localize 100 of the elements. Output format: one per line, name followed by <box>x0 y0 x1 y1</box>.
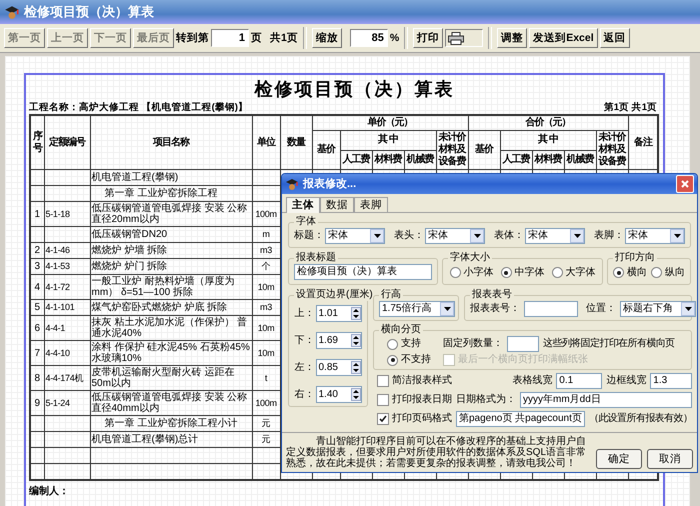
table-cell: m3 <box>260 302 272 312</box>
field-label: 左： <box>294 362 314 374</box>
tab[interactable]: 表脚 <box>354 197 388 212</box>
radio-button[interactable] <box>651 267 662 278</box>
printer-icon[interactable] <box>448 32 464 44</box>
zoom-field[interactable]: 85 <box>350 29 388 47</box>
close-icon[interactable] <box>681 180 689 188</box>
page-unit-label: 页 <box>251 31 262 45</box>
field-label: 表头： <box>394 230 424 242</box>
toolbar-button[interactable]: 发送到Excel <box>529 28 598 48</box>
column-header: 材料费 <box>532 150 564 170</box>
spin-arrows-icon[interactable] <box>350 307 360 320</box>
field-label: 边框线宽 <box>606 375 646 387</box>
radio-button[interactable] <box>387 338 398 350</box>
column-header: 人工费 <box>340 150 372 170</box>
goto-label: 转到第 <box>176 31 209 45</box>
dialog-button[interactable]: 取消 <box>647 449 693 469</box>
close-button[interactable] <box>676 175 694 193</box>
margin-field[interactable]: 1.01 <box>316 305 362 322</box>
hint-text: 这些列将固定打印在所有横向页 <box>543 338 675 350</box>
notice-text: 青山智能打印程序目前可以在不修改程序的基础上支持用户自定义数据报表，但要求用户对所使用软件的数据体系及SQL语言非常熟悉，故在此未提供；若需要更复杂的报表调整，请致电我公司！ <box>286 436 588 469</box>
margin-field[interactable]: 1.40 <box>316 386 362 403</box>
spin-arrows-icon[interactable] <box>350 334 360 347</box>
table-cell: m3 <box>260 245 272 255</box>
tab[interactable]: 主体 <box>286 197 320 213</box>
font-select[interactable]: 宋体 <box>625 228 685 244</box>
table-cell: 4-4-1 <box>46 322 66 332</box>
report-number-field[interactable] <box>524 301 578 317</box>
project-name: 工程名称：高炉大修工程 【机电管道工程(攀钢)】 <box>29 101 248 114</box>
field-label: 位置： <box>586 303 616 315</box>
table-cell: 4-1-46 <box>46 245 70 255</box>
group-title: 打印方向 <box>614 252 656 264</box>
table-cell: m <box>262 229 270 239</box>
checkbox[interactable] <box>377 375 389 387</box>
report-title-field[interactable]: 检修项目预（决）算表 <box>294 264 432 280</box>
table-cell: 5-1-18 <box>46 208 70 218</box>
table-cell: 低压碳钢管道管电弧焊接 安装 公称直径20mm以内 <box>92 203 248 225</box>
radio-label: 中字体 <box>514 266 544 278</box>
zoom-button[interactable]: 缩放 <box>312 28 342 48</box>
table-cell: 100m <box>255 208 277 218</box>
table-cell: 燃烧炉 炉门 拆除 <box>92 261 168 272</box>
checkbox[interactable] <box>377 394 389 406</box>
table-cell: 抹灰 粘土水泥加水泥（作保护） 普通水泥40% <box>92 317 248 339</box>
mortarboard-icon <box>4 4 20 20</box>
checkbox[interactable] <box>377 413 389 425</box>
table-cell: 4-4-10 <box>46 348 70 358</box>
table-cell: 燃烧炉 炉墙 拆除 <box>92 245 168 256</box>
table-cell: 第一章 工业炉窑拆除工程 <box>104 188 218 199</box>
radio-button[interactable] <box>450 267 460 278</box>
radio-button[interactable] <box>500 267 512 278</box>
table-cell: 6 <box>34 322 40 334</box>
radio-label: 大字体 <box>566 266 596 278</box>
font-select[interactable]: 宋体 <box>325 228 385 244</box>
mortarboard-icon <box>285 177 299 191</box>
page-format-field[interactable]: 第pageno页 共pagecount页 <box>456 411 585 427</box>
position-select[interactable]: 标题右下角 <box>620 301 696 317</box>
print-button[interactable]: 打印 <box>413 28 444 48</box>
column-header: 其 中 <box>500 130 596 150</box>
date-format-field[interactable]: yyyy年mm月dd日 <box>520 392 692 408</box>
dialog-button[interactable]: 确定 <box>596 449 642 469</box>
toolbar-button[interactable]: 返回 <box>600 28 630 48</box>
spin-arrows-icon[interactable] <box>350 361 360 374</box>
field-label: 日期格式为： <box>456 394 516 406</box>
checkbox-label: 简洁报表样式 <box>392 375 452 387</box>
table-cell: 5 <box>34 302 40 313</box>
field-label: 表格线宽 <box>512 375 552 387</box>
row-height-select[interactable]: 1.75倍行高 <box>379 301 455 317</box>
border-width-field[interactable]: 1.3 <box>650 373 692 389</box>
font-select[interactable]: 宋体 <box>525 228 585 244</box>
margin-field[interactable]: 0.85 <box>316 359 362 376</box>
spin-arrows-icon[interactable] <box>350 388 360 401</box>
font-select[interactable]: 宋体 <box>425 228 485 244</box>
table-cell: 2 <box>34 245 40 256</box>
group-title: 报表表号 <box>471 289 513 301</box>
table-cell: 3 <box>34 261 40 272</box>
column-header: 材料费 <box>372 150 404 170</box>
radio-button[interactable] <box>552 267 562 278</box>
field-label: 表脚： <box>594 230 624 242</box>
toolbar-button[interactable]: 调整 <box>497 28 528 48</box>
field-label: 右： <box>294 388 314 400</box>
radio-button[interactable] <box>613 267 624 278</box>
tab[interactable]: 数据 <box>320 197 354 212</box>
table-cell: 4 <box>34 282 40 292</box>
table-cell: 10m <box>258 322 274 332</box>
radio-label: 支持 <box>401 338 421 350</box>
column-header: 人工费 <box>500 150 532 170</box>
page-field[interactable]: 1 <box>211 29 249 47</box>
margin-field[interactable]: 1.69 <box>316 332 362 349</box>
column-header: 项目名称 <box>90 115 252 170</box>
field-label: 表体： <box>494 230 524 242</box>
table-cell: 皮带机运输耐火型耐火砖 运距在50m以内 <box>92 367 234 389</box>
checkbox-label: 打印报表日期 <box>392 394 452 406</box>
table-cell: 元 <box>262 434 270 444</box>
column-header: 基价 <box>312 130 340 170</box>
column-header: 合价（元） <box>468 115 628 130</box>
radio-button[interactable] <box>387 354 398 366</box>
column-header: 未计价材料及设备费 <box>436 130 468 170</box>
grid-width-field[interactable]: 0.1 <box>556 373 602 389</box>
percent-label: % <box>390 32 400 44</box>
fixed-columns-field[interactable] <box>507 336 539 352</box>
